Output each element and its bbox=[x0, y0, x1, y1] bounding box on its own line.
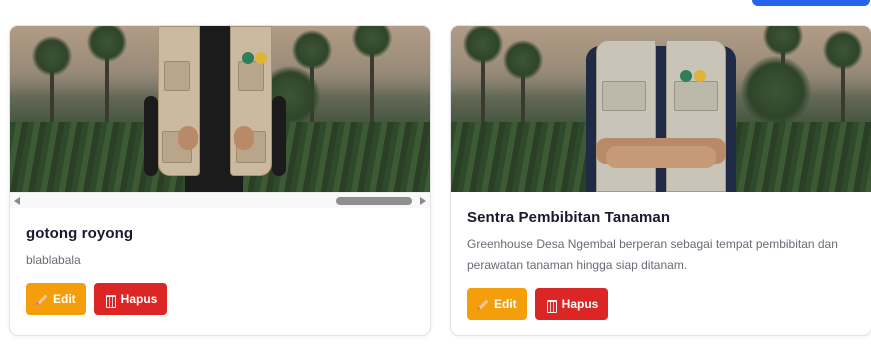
pencil-icon bbox=[477, 298, 489, 310]
card-description: Greenhouse Desa Ngembal berperan sebagai… bbox=[467, 237, 838, 272]
delete-button-label: Hapus bbox=[120, 292, 158, 306]
trash-icon bbox=[545, 298, 557, 313]
card-description: blablabala bbox=[26, 253, 81, 267]
card-gotong-royong: gotong royong blablabala Edit Hapus bbox=[9, 25, 431, 336]
card-title: Sentra Pembibitan Tanaman bbox=[467, 209, 671, 226]
edit-button[interactable]: Edit bbox=[26, 283, 86, 315]
edit-button[interactable]: Edit bbox=[467, 288, 527, 320]
edit-button-label: Edit bbox=[494, 297, 517, 311]
person-image bbox=[586, 26, 736, 192]
delete-button[interactable]: Hapus bbox=[93, 283, 168, 315]
delete-button[interactable]: Hapus bbox=[534, 288, 609, 320]
scroll-right-icon[interactable] bbox=[420, 197, 426, 205]
scrollbar-thumb[interactable] bbox=[336, 197, 412, 205]
trash-icon bbox=[104, 293, 116, 308]
person-image bbox=[144, 26, 286, 192]
card-title: gotong royong bbox=[26, 225, 134, 242]
add-button[interactable] bbox=[752, 0, 870, 6]
pencil-icon bbox=[36, 293, 48, 305]
scroll-left-icon[interactable] bbox=[14, 197, 20, 205]
delete-button-label: Hapus bbox=[561, 297, 599, 311]
card-photo bbox=[10, 26, 430, 192]
page: gotong royong blablabala Edit Hapus Sent… bbox=[0, 0, 871, 352]
card-photo bbox=[451, 26, 871, 192]
image-scrollbar[interactable] bbox=[10, 192, 430, 208]
card-sentra-pembibitan: Sentra Pembibitan Tanaman Greenhouse Des… bbox=[450, 25, 871, 336]
edit-button-label: Edit bbox=[53, 292, 76, 306]
